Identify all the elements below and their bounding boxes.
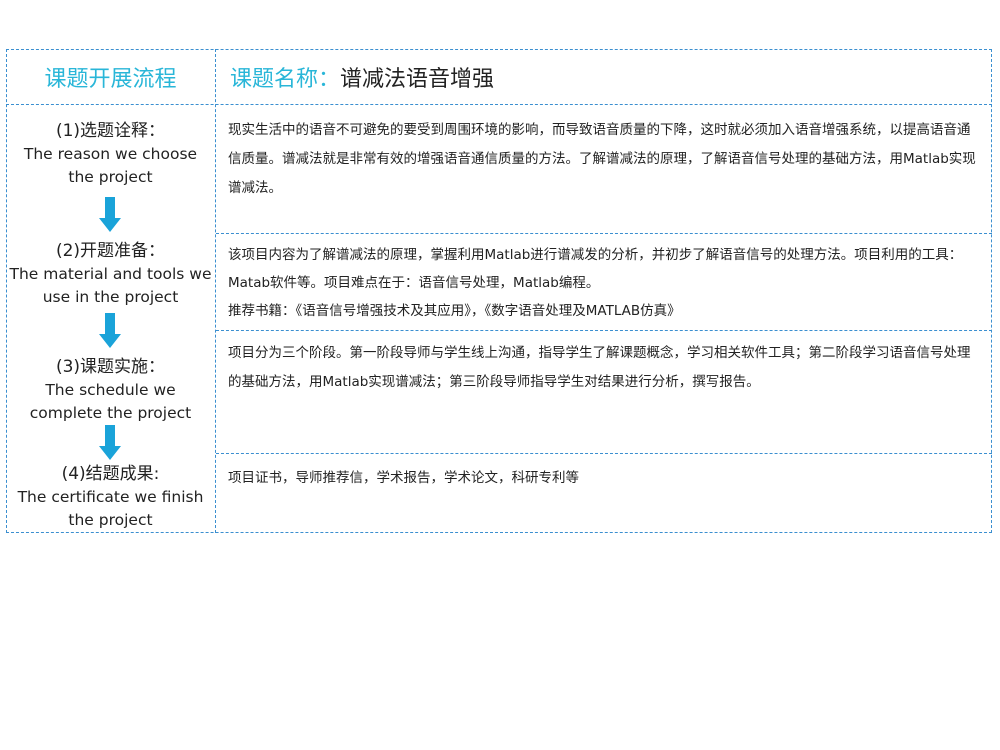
step-4: (4)结题成果: The certificate we finish the p… [8,463,213,532]
step-1: (1)选题诠释： The reason we choose the projec… [8,120,213,189]
row-divider [216,453,992,454]
step-2: (2)开题准备： The material and tools we use i… [8,240,213,309]
topic-header: 课题名称： 谱减法语音增强 [216,49,992,104]
step-4-title: (4)结题成果: [61,464,160,484]
process-header-title: 课题开展流程 [44,66,177,92]
topic-title: 谱减法语音增强 [340,66,495,92]
step-4-subtitle: The certificate we finish the project [17,488,204,529]
step-1-subtitle: The reason we choose the project [23,145,198,186]
content-row-3: 项目分为三个阶段。第一阶段导师与学生线上沟通，指导学生了解课题概念，学习相关软件… [228,339,978,397]
content-books: 推荐书籍：《语音信号增强技术及其应用》，《数字语音处理及MATLAB仿真》 [228,303,681,319]
header-divider [6,104,992,105]
process-header: 课题开展流程 [6,49,215,104]
step-3-subtitle: The schedule we complete the project [29,381,192,422]
down-arrow-icon [99,197,121,232]
content-text: 项目分为三个阶段。第一阶段导师与学生线上沟通，指导学生了解课题概念，学习相关软件… [228,345,971,390]
column-divider [215,49,216,533]
content-row-1: 现实生活中的语音不可避免的要受到周围环境的影响，而导致语音质量的下降，这时就必须… [228,116,978,203]
step-3-title: (3)课题实施： [55,357,166,377]
step-2-title: (2)开题准备： [55,241,166,261]
down-arrow-icon [99,425,121,460]
down-arrow-icon [99,313,121,348]
step-1-title: (1)选题诠释： [55,121,166,141]
step-3: (3)课题实施： The schedule we complete the pr… [8,356,213,425]
content-row-2: 该项目内容为了解谱减法的原理，掌握利用Matlab进行谱减发的分析，并初步了解语… [228,241,978,325]
content-text: 该项目内容为了解谱减法的原理，掌握利用Matlab进行谱减发的分析，并初步了解语… [228,247,963,291]
topic-label: 课题名称： [230,66,341,92]
row-divider [216,330,992,331]
content-text: 现实生活中的语音不可避免的要受到周围环境的影响，而导致语音质量的下降，这时就必须… [228,122,976,196]
step-2-subtitle: The material and tools we use in the pro… [9,265,212,306]
content-row-4: 项目证书，导师推荐信，学术报告，学术论文，科研专利等 [228,464,978,493]
content-text: 项目证书，导师推荐信，学术报告，学术论文，科研专利等 [228,470,579,486]
row-divider [216,233,992,234]
